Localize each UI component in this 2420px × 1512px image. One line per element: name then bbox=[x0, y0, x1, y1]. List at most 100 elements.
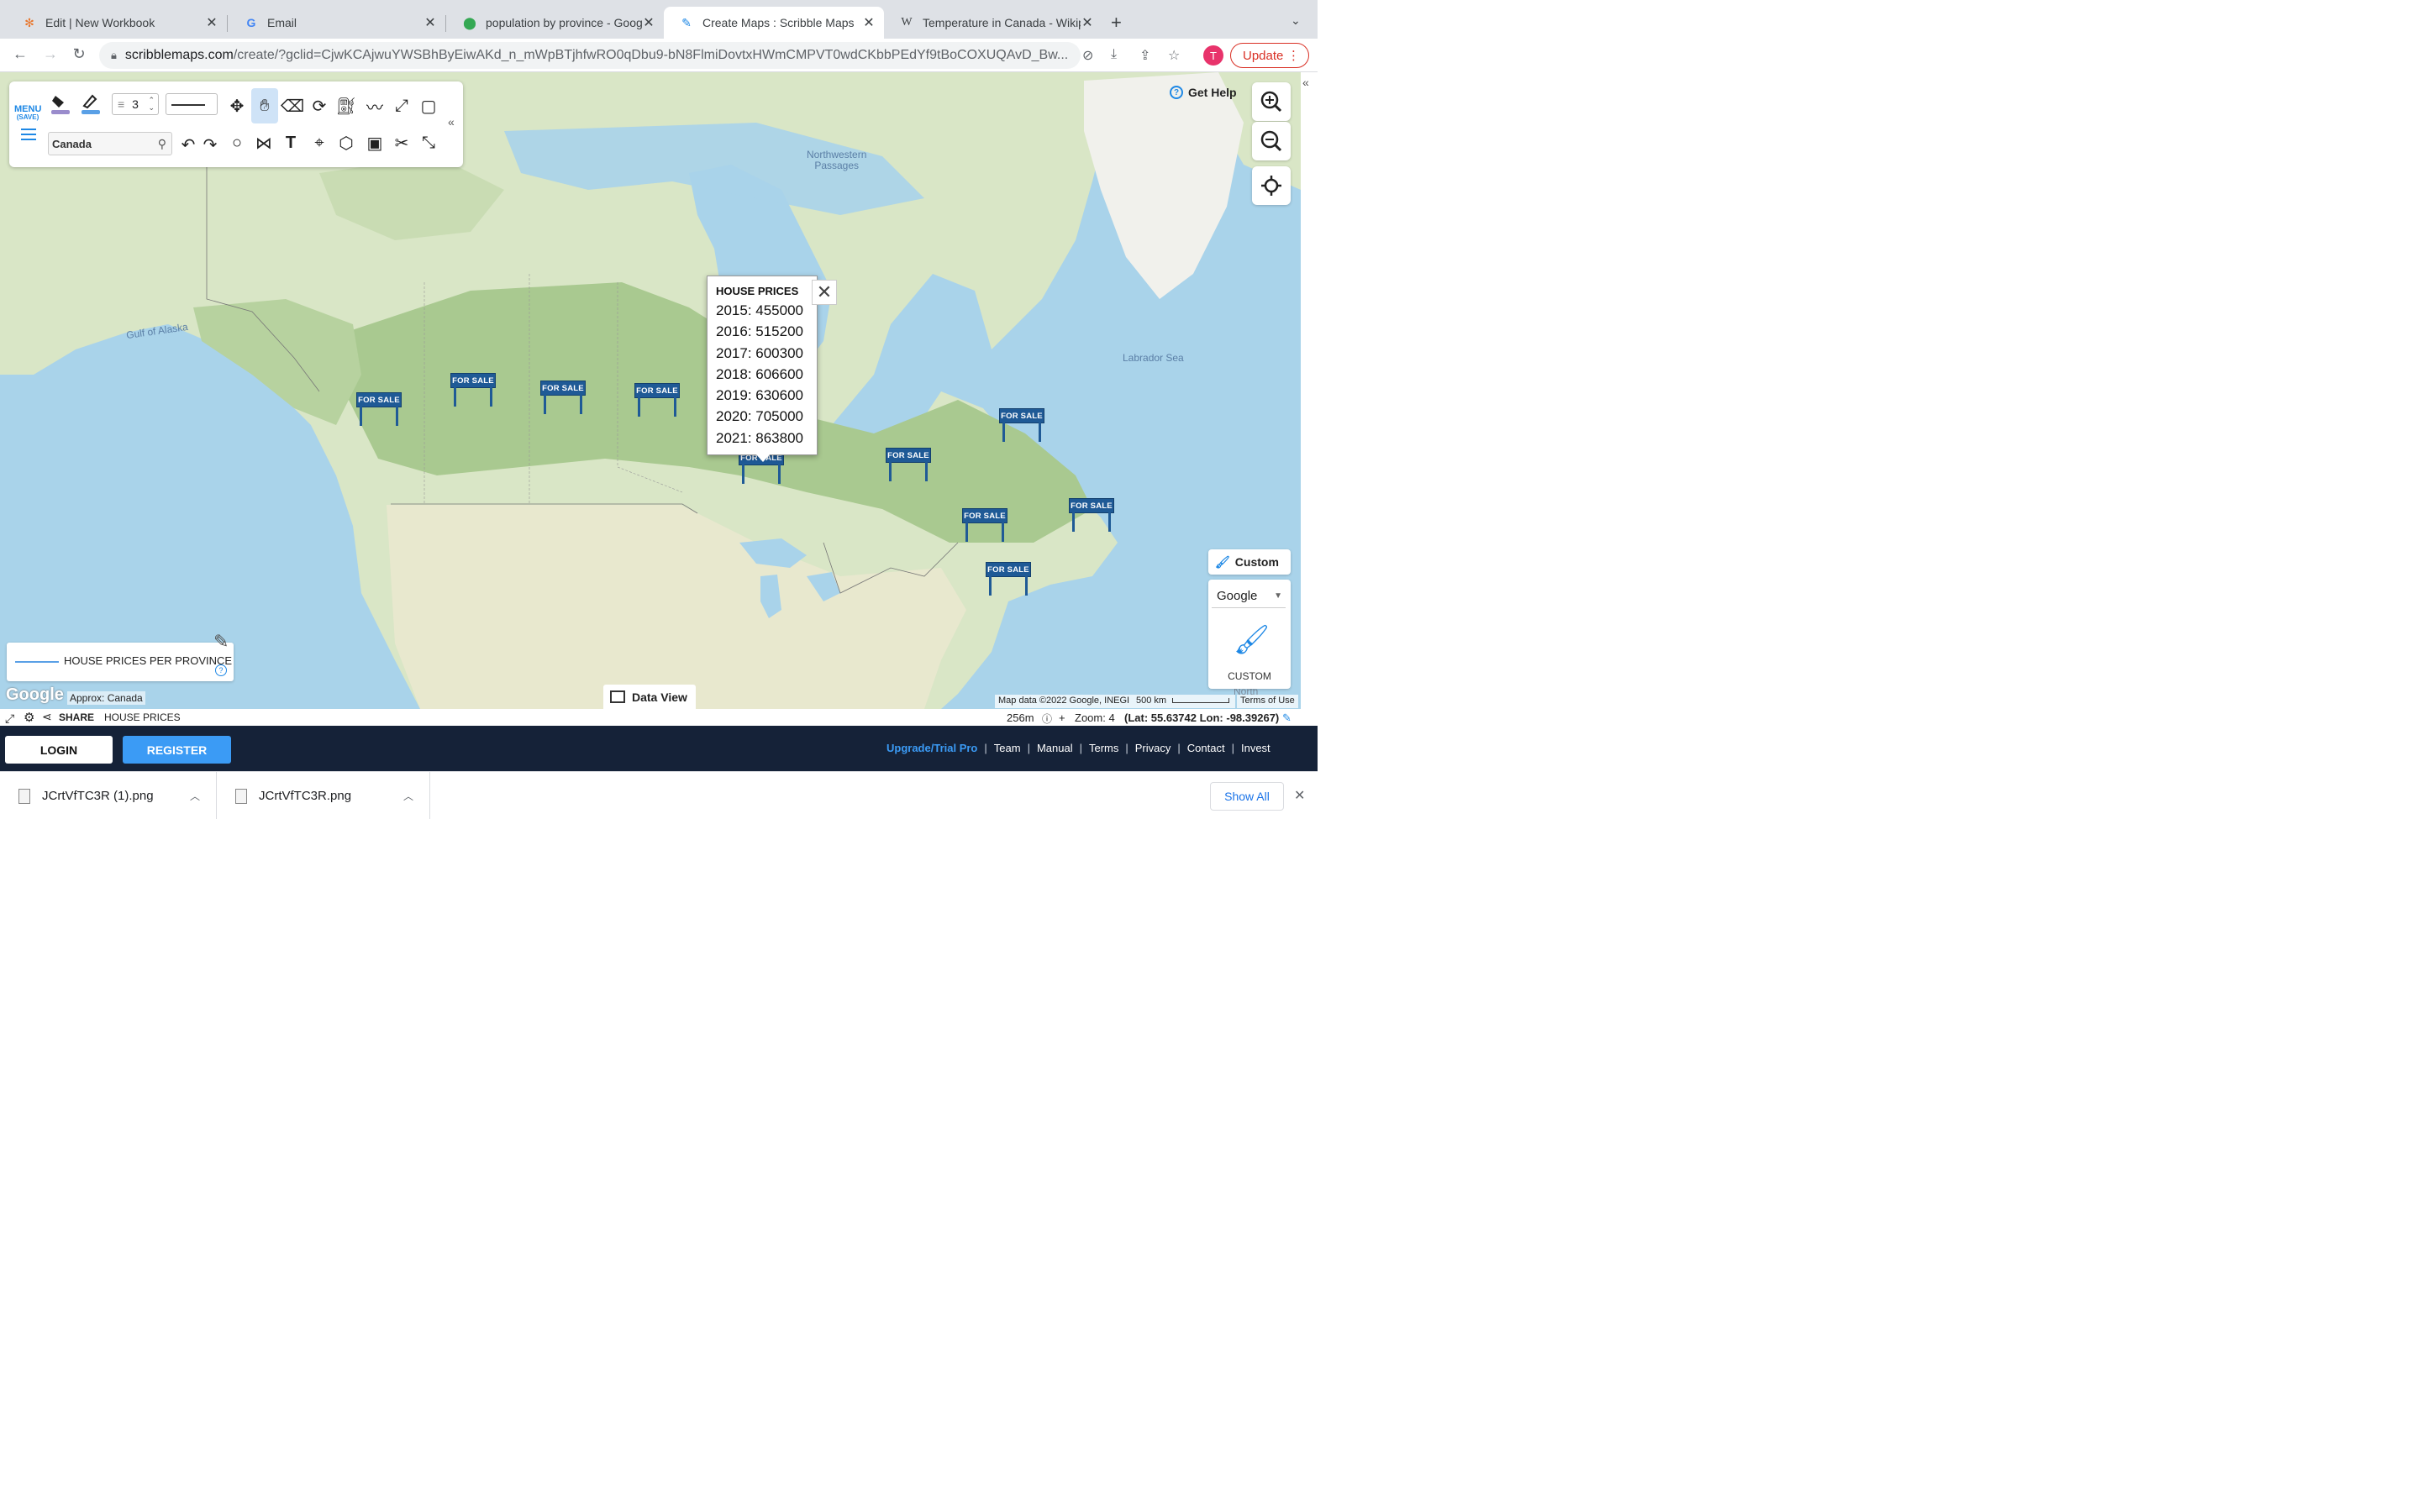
line-color-icon[interactable] bbox=[78, 92, 103, 117]
tab-scribble-maps[interactable]: ✎ Create Maps : Scribble Maps ✕ bbox=[664, 7, 884, 39]
expand-sidebar-icon[interactable]: « bbox=[1302, 76, 1309, 89]
refresh-icon[interactable]: ⟳ bbox=[307, 93, 332, 118]
for-sale-marker[interactable]: FOR SALE bbox=[634, 383, 680, 418]
manual-link[interactable]: Manual bbox=[1037, 742, 1073, 754]
register-button[interactable]: REGISTER bbox=[123, 736, 231, 764]
chevron-up-icon[interactable]: ︿ bbox=[403, 789, 413, 803]
close-icon[interactable]: ✕ bbox=[1081, 14, 1094, 31]
text-icon[interactable]: T bbox=[278, 130, 303, 155]
line-tool-icon[interactable]: ⤢ bbox=[389, 93, 414, 118]
tab-google-maps[interactable]: ⬤ population by province - Googl ✕ bbox=[447, 7, 664, 39]
collapse-panel-icon[interactable]: « bbox=[448, 115, 455, 129]
pan-hand-icon[interactable]: ✋︎ bbox=[251, 88, 278, 123]
distance-readout: 256m bbox=[1007, 711, 1034, 724]
blocked-icon[interactable]: ⊘ bbox=[1082, 47, 1093, 64]
privacy-link[interactable]: Privacy bbox=[1135, 742, 1171, 754]
close-icon[interactable]: ✕ bbox=[424, 14, 437, 31]
upgrade-link[interactable]: Upgrade/Trial Pro bbox=[886, 742, 977, 754]
layer-name[interactable]: HOUSE PRICES bbox=[104, 711, 181, 723]
for-sale-marker[interactable]: FOR SALE bbox=[540, 381, 586, 416]
custom-style-button[interactable]: 🖌︎ Custom bbox=[1208, 549, 1291, 575]
popup-close-button[interactable]: ✕ bbox=[812, 280, 837, 305]
download-item[interactable]: JCrtVfTC3R.png ︿ bbox=[217, 772, 430, 819]
chevron-down-icon[interactable]: ⌄ bbox=[1291, 13, 1301, 28]
invest-link[interactable]: Invest bbox=[1241, 742, 1270, 754]
close-icon[interactable]: ✕ bbox=[642, 14, 655, 31]
map-type-select[interactable]: Google ▼ bbox=[1212, 585, 1286, 608]
download-icon[interactable]: ⤓ bbox=[1111, 47, 1117, 62]
close-icon[interactable]: ✕ bbox=[862, 14, 876, 31]
line-style-select[interactable] bbox=[166, 93, 218, 115]
image-icon[interactable]: ▣ bbox=[362, 130, 387, 155]
brush-icon[interactable]: 🖌︎ bbox=[1234, 623, 1270, 657]
for-sale-marker[interactable]: FOR SALE bbox=[356, 392, 402, 428]
hamburger-icon[interactable] bbox=[21, 129, 36, 144]
stroke-width-stepper[interactable]: ≡ 3 ⌃ ⌄ bbox=[112, 93, 159, 115]
reload-button[interactable]: ↻ bbox=[69, 45, 89, 63]
for-sale-marker[interactable]: FOR SALE bbox=[886, 448, 931, 483]
tab-separator bbox=[445, 15, 446, 32]
share-icon[interactable]: ⋖ bbox=[42, 710, 52, 724]
smooth-line-icon[interactable]: 〰 bbox=[362, 93, 387, 118]
help-icon[interactable]: ? bbox=[215, 664, 227, 676]
rectangle-icon[interactable]: ▢ bbox=[416, 93, 441, 118]
marker-label: FOR SALE bbox=[1069, 498, 1114, 513]
gear-icon[interactable]: ⚙ bbox=[24, 710, 34, 725]
redo-icon[interactable]: ↷ bbox=[197, 132, 223, 157]
zoom-in-button[interactable] bbox=[1252, 82, 1291, 121]
address-bar[interactable]: 🔒︎ scribblemaps.com /create/?gclid=CjwKC… bbox=[99, 42, 1081, 69]
zoom-out-button[interactable] bbox=[1252, 122, 1291, 160]
tab-tableau[interactable]: ✻ Edit | New Workbook ✕ bbox=[7, 7, 227, 39]
stepper-arrows-icon[interactable]: ⌃ ⌄ bbox=[148, 97, 155, 112]
info-icon[interactable]: ⓘ bbox=[1042, 711, 1052, 726]
close-icon[interactable]: ✕ bbox=[1294, 787, 1305, 804]
fullscreen-icon[interactable]: ⤢ bbox=[5, 711, 14, 726]
close-icon[interactable]: ✕ bbox=[205, 14, 218, 31]
get-help-button[interactable]: ? Get Help bbox=[1170, 86, 1237, 99]
back-button[interactable]: ← bbox=[10, 45, 30, 63]
for-sale-marker[interactable]: FOR SALE bbox=[962, 508, 1007, 543]
star-icon[interactable]: ☆ bbox=[1168, 47, 1180, 64]
scribblemaps-icon[interactable]: ✎ bbox=[1282, 711, 1292, 725]
terms-of-use-link[interactable]: Terms of Use bbox=[1237, 695, 1298, 708]
for-sale-marker[interactable]: FOR SALE bbox=[999, 408, 1044, 444]
plus-icon: + bbox=[1059, 711, 1065, 724]
pencil-icon[interactable]: ✎ bbox=[213, 631, 229, 653]
terms-link[interactable]: Terms bbox=[1089, 742, 1118, 754]
avatar[interactable]: T bbox=[1203, 45, 1223, 66]
forward-button[interactable]: → bbox=[40, 45, 60, 63]
marker-label: FOR SALE bbox=[886, 448, 931, 463]
update-button[interactable]: Update ⋮ bbox=[1230, 43, 1309, 68]
menu-button[interactable]: MENU (SAVE) bbox=[14, 105, 41, 122]
chevron-up-icon[interactable]: ︿ bbox=[190, 789, 200, 803]
team-link[interactable]: Team bbox=[994, 742, 1021, 754]
share-icon[interactable]: ⇪ bbox=[1139, 47, 1150, 64]
paint-bucket-icon[interactable]: ⛽︎ bbox=[334, 93, 359, 118]
share-button[interactable]: SHARE bbox=[59, 711, 94, 723]
polygon-icon[interactable]: ⋈ bbox=[251, 130, 276, 155]
contact-link[interactable]: Contact bbox=[1187, 742, 1225, 754]
fill-color-icon[interactable] bbox=[48, 92, 73, 117]
circle-icon[interactable]: ○ bbox=[224, 130, 250, 155]
tab-wikipedia[interactable]: W Temperature in Canada - Wikip ✕ bbox=[884, 7, 1102, 39]
for-sale-marker[interactable]: FOR SALE bbox=[450, 373, 496, 408]
download-item[interactable]: JCrtVfTC3R (1).png ︿ bbox=[0, 772, 217, 819]
recenter-button[interactable] bbox=[1252, 166, 1291, 205]
login-button[interactable]: LOGIN bbox=[5, 736, 113, 764]
for-sale-marker[interactable]: FOR SALE bbox=[1069, 498, 1114, 533]
tab-title: population by province - Googl bbox=[486, 16, 642, 29]
popup-title: HOUSE PRICES bbox=[716, 285, 799, 297]
move-point-icon[interactable]: ✥ bbox=[224, 93, 250, 118]
show-all-button[interactable]: Show All bbox=[1210, 782, 1284, 811]
search-icon[interactable]: ⚲ bbox=[158, 137, 166, 151]
marker-pin-icon[interactable]: ⌖ bbox=[307, 130, 332, 155]
tab-email[interactable]: G Email ✕ bbox=[229, 7, 445, 39]
eraser-icon[interactable]: ⌫ bbox=[280, 93, 305, 118]
scissors-icon[interactable]: ✂ bbox=[389, 130, 414, 155]
for-sale-marker[interactable]: FOR SALE bbox=[986, 562, 1031, 597]
new-tab-button[interactable]: + bbox=[1111, 12, 1122, 34]
cube-icon[interactable]: ⬡ bbox=[334, 130, 359, 155]
eyedropper-icon[interactable]: ⤡ bbox=[416, 130, 441, 155]
search-input[interactable]: Canada ⚲ bbox=[48, 132, 172, 155]
data-view-button[interactable]: Data View bbox=[603, 685, 696, 709]
